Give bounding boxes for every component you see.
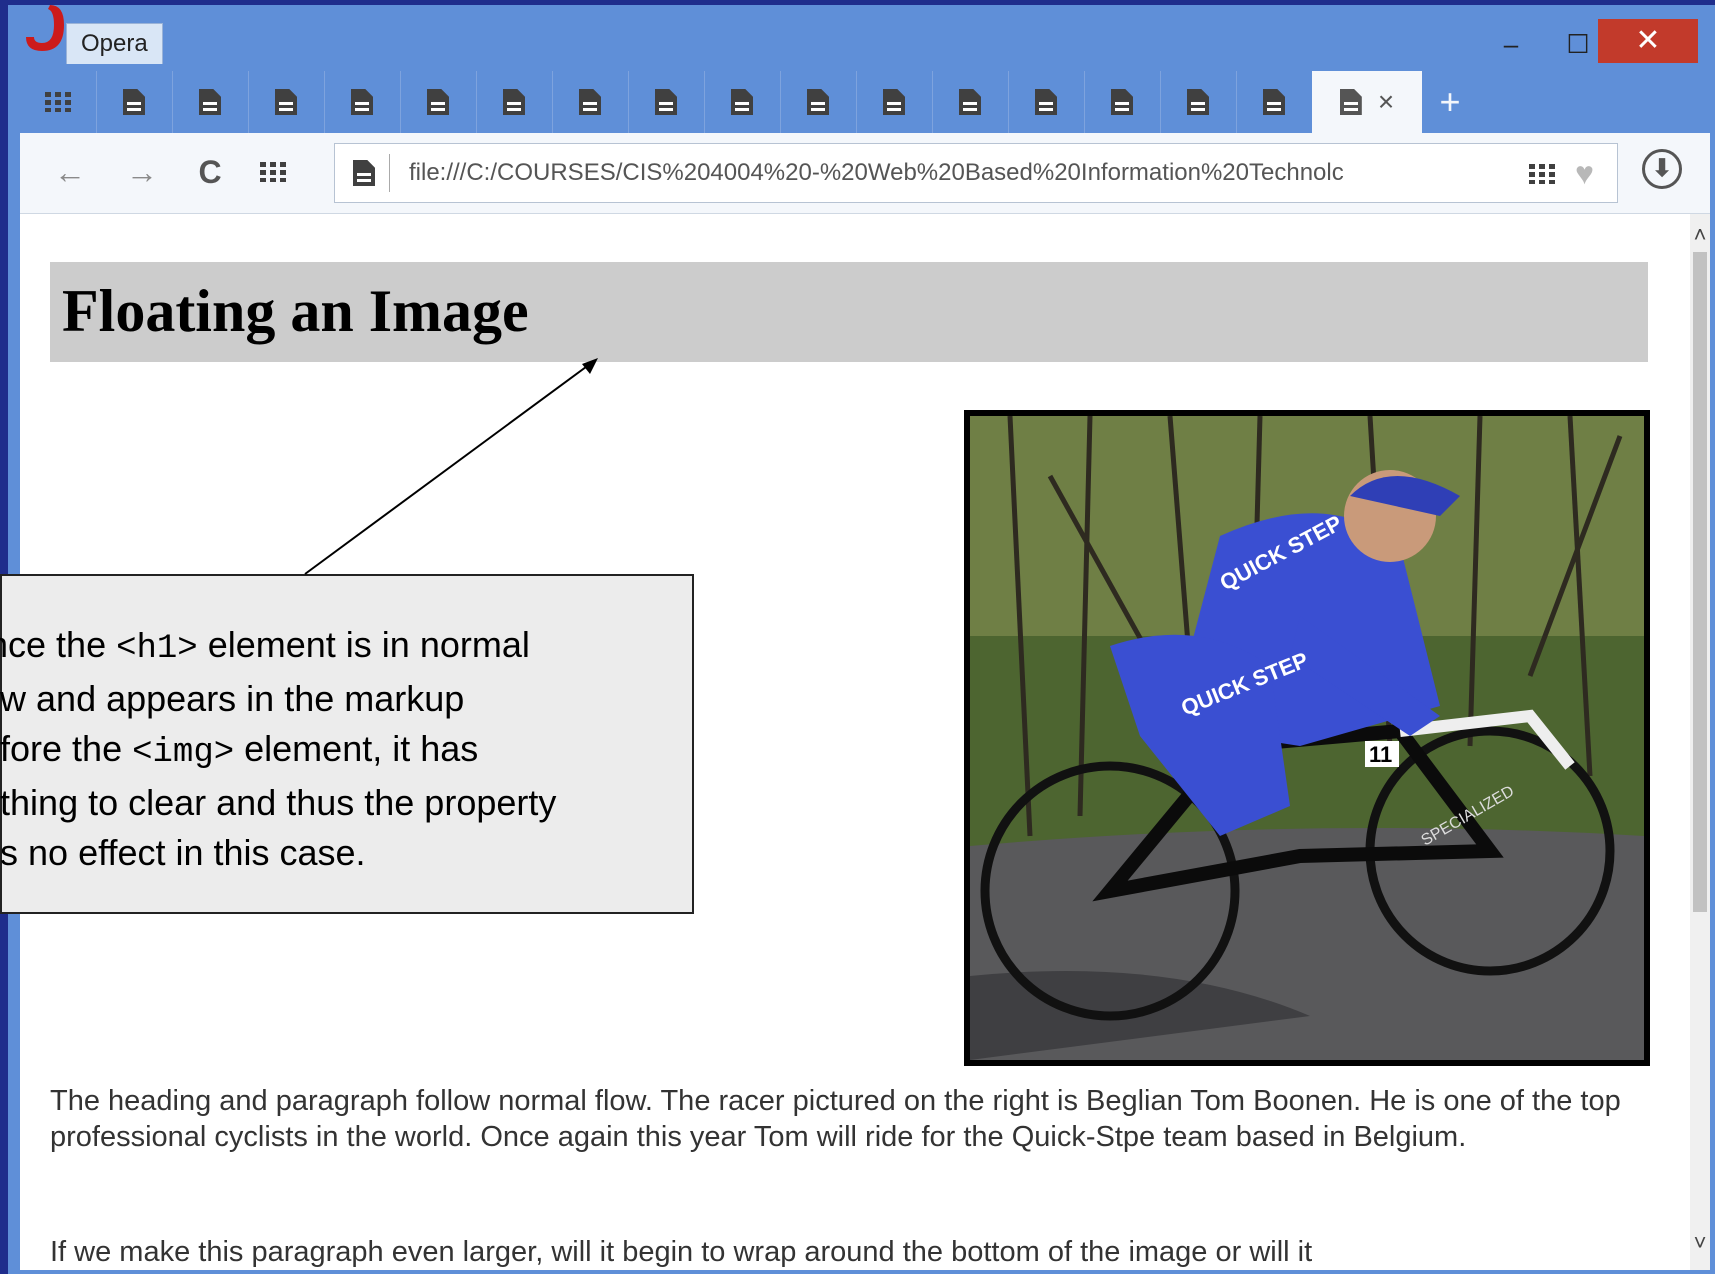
tab[interactable] [704, 71, 781, 133]
tab[interactable] [1008, 71, 1085, 133]
address-separator [389, 154, 390, 192]
back-button[interactable]: ← [50, 149, 90, 195]
page-info-icon[interactable] [353, 160, 375, 186]
tab[interactable] [248, 71, 325, 133]
tab[interactable] [628, 71, 705, 133]
title-bar: Opera ‒ ☐ ✕ [8, 5, 1715, 64]
tab[interactable] [476, 71, 553, 133]
document-icon [427, 89, 449, 115]
document-icon [503, 89, 525, 115]
document-icon [883, 89, 905, 115]
tab[interactable] [96, 71, 173, 133]
app-title[interactable]: Opera [66, 23, 163, 64]
address-url[interactable]: file:///C:/COURSES/CIS%204004%20-%20Web%… [409, 144, 1489, 202]
document-icon [275, 89, 297, 115]
scroll-up-icon[interactable]: ˄ [1690, 222, 1710, 248]
tab[interactable] [324, 71, 401, 133]
document-icon [579, 89, 601, 115]
bookmark-heart-icon[interactable]: ♥ [1575, 156, 1594, 190]
document-icon [959, 89, 981, 115]
document-icon [199, 89, 221, 115]
tab[interactable] [932, 71, 1009, 133]
callout-text: ince the <h1> element is in normal ow an… [0, 620, 680, 878]
opera-logo-icon[interactable] [20, 5, 70, 59]
tab[interactable] [1084, 71, 1161, 133]
annotation-callout: ince the <h1> element is in normal ow an… [0, 574, 694, 914]
speed-dial-button[interactable] [260, 162, 300, 208]
speed-dial-tab[interactable] [20, 71, 97, 133]
tab[interactable] [1160, 71, 1237, 133]
active-tab[interactable]: × [1312, 71, 1422, 133]
close-tab-icon[interactable]: × [1378, 86, 1394, 118]
document-icon [1187, 89, 1209, 115]
cyclist-illustration: QUICK STEP QUICK STEP 11 SPECIALIZED [970, 416, 1644, 1060]
scroll-thumb[interactable] [1693, 252, 1707, 912]
download-button[interactable]: ⬇ [1642, 149, 1682, 189]
forward-button[interactable]: → [122, 149, 162, 195]
new-tab-button[interactable]: + [1420, 71, 1480, 133]
speed-dial-icon [45, 92, 71, 112]
vertical-scrollbar[interactable]: ˄ ˅ [1690, 214, 1710, 1270]
tab[interactable] [172, 71, 249, 133]
document-icon [1339, 89, 1362, 115]
tab[interactable] [400, 71, 477, 133]
scroll-down-icon[interactable]: ˅ [1690, 1230, 1710, 1256]
tab[interactable] [552, 71, 629, 133]
page-heading: Floating an Image [50, 262, 1648, 362]
document-icon [1035, 89, 1057, 115]
racer-photo: QUICK STEP QUICK STEP 11 SPECIALIZED [964, 410, 1650, 1066]
tab[interactable] [1236, 71, 1313, 133]
navigation-toolbar: ← → C file:///C:/COURSES/CIS%204004%20-%… [20, 133, 1710, 214]
speed-dial-icon [260, 162, 286, 182]
document-icon [123, 89, 145, 115]
document-icon [807, 89, 829, 115]
callout-code-img: <img> [132, 734, 235, 772]
document-icon [731, 89, 753, 115]
tab[interactable] [856, 71, 933, 133]
reload-button[interactable]: C [190, 149, 230, 195]
paragraph-1: The heading and paragraph follow normal … [50, 1085, 1621, 1153]
address-bar[interactable]: file:///C:/COURSES/CIS%204004%20-%20Web%… [334, 143, 1618, 203]
tab[interactable] [780, 71, 857, 133]
document-icon [655, 89, 677, 115]
close-window-button[interactable]: ✕ [1598, 19, 1698, 63]
race-number: 11 [1369, 742, 1392, 767]
document-icon [1111, 89, 1133, 115]
paragraph-2: If we make this paragraph even larger, w… [50, 1236, 1313, 1268]
callout-code-h1: <h1> [116, 630, 198, 668]
document-icon [351, 89, 373, 115]
callout-text-part-1: ince the [0, 624, 107, 665]
tab-bar: × + [20, 67, 1710, 133]
add-to-speed-dial-icon[interactable] [1529, 164, 1555, 184]
minimize-button[interactable]: ‒ [1486, 25, 1536, 63]
document-icon [1263, 89, 1285, 115]
